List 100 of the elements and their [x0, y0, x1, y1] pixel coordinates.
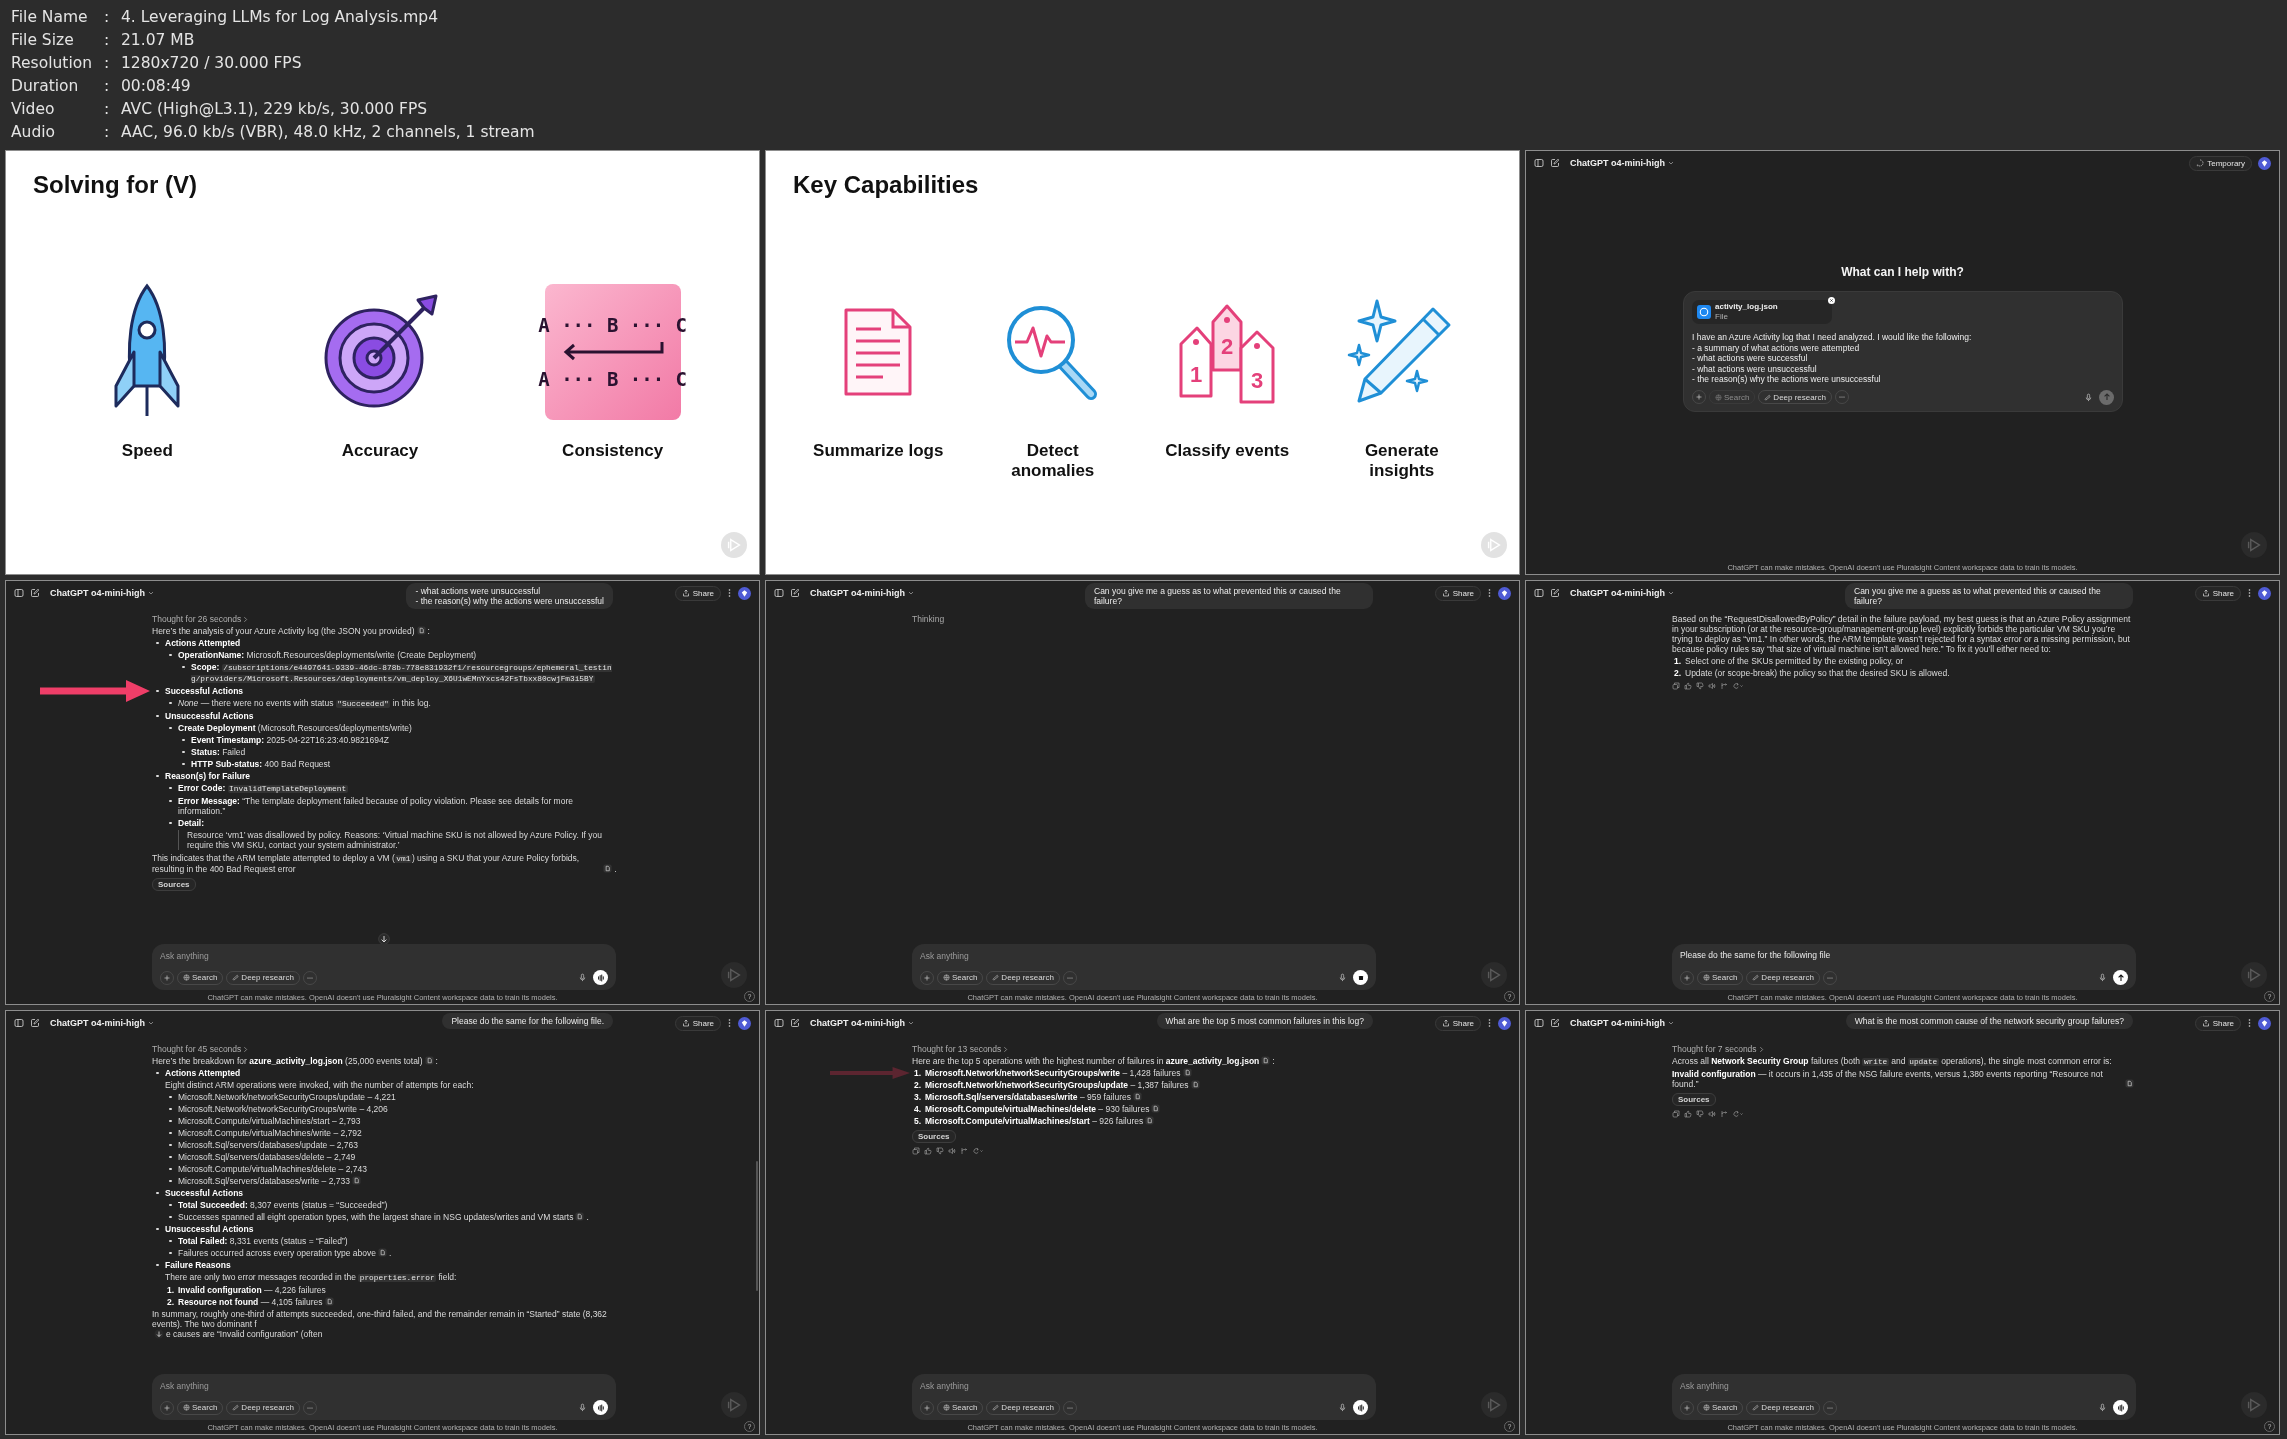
avatar-icon[interactable] — [1498, 1016, 1511, 1030]
document-icon[interactable] — [1145, 1116, 1155, 1125]
send-button[interactable] — [2113, 970, 2128, 985]
model-picker[interactable]: ChatGPT o4-mini-high — [810, 1018, 914, 1028]
document-icon[interactable] — [324, 1297, 334, 1306]
speaker-icon[interactable] — [1708, 1110, 1716, 1118]
avatar-icon[interactable] — [2258, 1016, 2271, 1030]
share-button[interactable]: Share — [674, 585, 721, 601]
document-icon[interactable] — [603, 864, 613, 873]
model-picker[interactable]: ChatGPT o4-mini-high — [50, 1018, 154, 1028]
thought-toggle[interactable]: Thought for 13 seconds — [912, 1044, 1009, 1054]
speaker-icon[interactable] — [1708, 682, 1716, 690]
menu-icon[interactable] — [727, 588, 732, 598]
document-icon[interactable] — [424, 1056, 434, 1065]
file-attachment[interactable]: activity_log.json File — [1692, 300, 1832, 324]
document-icon[interactable] — [1133, 1092, 1142, 1101]
sources-button[interactable]: Sources — [912, 1130, 956, 1143]
microphone-icon[interactable] — [578, 973, 587, 982]
close-icon[interactable] — [1828, 297, 1835, 304]
sidebar-icon[interactable] — [774, 588, 784, 598]
menu-icon[interactable] — [1487, 588, 1492, 598]
document-icon[interactable] — [416, 626, 426, 635]
scrollbar[interactable] — [756, 1161, 758, 1291]
sidebar-icon[interactable] — [774, 1018, 784, 1028]
sources-button[interactable]: Sources — [152, 878, 196, 891]
copy-icon[interactable] — [1672, 1110, 1680, 1118]
document-icon[interactable] — [1151, 1104, 1161, 1113]
thumbs-down-icon[interactable] — [1696, 1110, 1704, 1118]
scroll-down-icon[interactable] — [378, 933, 390, 945]
regenerate-icon[interactable] — [1732, 682, 1744, 690]
share-button[interactable]: Share — [674, 1015, 721, 1031]
stop-button[interactable] — [1353, 970, 1368, 985]
voice-mode-button[interactable] — [1353, 1400, 1368, 1415]
document-icon[interactable] — [1182, 1068, 1192, 1077]
menu-icon[interactable] — [727, 1018, 732, 1028]
document-icon[interactable] — [1261, 1056, 1271, 1065]
menu-icon[interactable] — [2247, 1018, 2252, 1028]
message-input[interactable]: I have an Azure Activity log that I need analyzed. I would like the following: - a summary of what actions were attempted - what actions were successful - what actions were unsuccessful - the reason(s) why the actions were unsuccessful — [1692, 332, 1972, 385]
branch-icon[interactable] — [1720, 682, 1728, 690]
thought-toggle[interactable]: Thought for 45 seconds — [152, 1044, 249, 1054]
model-picker[interactable]: ChatGPT o4-mini-high — [50, 588, 154, 598]
sidebar-icon[interactable] — [1534, 588, 1544, 598]
sidebar-icon[interactable] — [14, 1018, 24, 1028]
thumbs-up-icon[interactable] — [924, 1147, 932, 1155]
thumbs-up-icon[interactable] — [1684, 682, 1692, 690]
document-icon[interactable] — [575, 1212, 585, 1221]
sources-button[interactable]: Sources — [1672, 1093, 1716, 1106]
avatar-icon[interactable] — [2258, 156, 2271, 170]
share-button[interactable]: Share — [1434, 1015, 1481, 1031]
microphone-icon[interactable] — [1338, 1403, 1347, 1412]
microphone-icon[interactable] — [2098, 1403, 2107, 1412]
avatar-icon[interactable] — [1498, 586, 1511, 600]
model-picker[interactable]: ChatGPT o4-mini-high — [1570, 1018, 1674, 1028]
share-button[interactable]: Share — [2194, 585, 2241, 601]
branch-icon[interactable] — [1720, 1110, 1728, 1118]
temporary-chat-button[interactable]: Temporary — [2189, 155, 2252, 171]
new-chat-icon[interactable] — [1550, 588, 1560, 598]
microphone-icon[interactable] — [578, 1403, 587, 1412]
sidebar-icon[interactable] — [1534, 158, 1544, 168]
document-icon[interactable] — [351, 1176, 361, 1185]
model-picker[interactable]: ChatGPT o4-mini-high — [1570, 588, 1674, 598]
new-chat-icon[interactable] — [790, 588, 800, 598]
avatar-icon[interactable] — [2258, 586, 2271, 600]
sidebar-icon[interactable] — [14, 588, 24, 598]
new-chat-icon[interactable] — [790, 1018, 800, 1028]
speaker-icon[interactable] — [948, 1147, 956, 1155]
microphone-icon[interactable] — [2084, 392, 2093, 402]
branch-icon[interactable] — [960, 1147, 968, 1155]
copy-icon[interactable] — [912, 1147, 920, 1155]
microphone-icon[interactable] — [2098, 973, 2107, 982]
copy-icon[interactable] — [1672, 682, 1680, 690]
voice-mode-button[interactable] — [593, 970, 608, 985]
thumbs-down-icon[interactable] — [1696, 682, 1704, 690]
new-chat-icon[interactable] — [1550, 1018, 1560, 1028]
model-picker[interactable]: ChatGPT o4-mini-high — [810, 588, 914, 598]
message-input[interactable]: Ask anything — [920, 950, 1080, 962]
message-input[interactable]: Ask anything — [160, 1380, 320, 1392]
new-chat-icon[interactable] — [30, 588, 40, 598]
voice-mode-button[interactable] — [2113, 1400, 2128, 1415]
avatar-icon[interactable] — [738, 1016, 751, 1030]
document-icon[interactable] — [1190, 1080, 1200, 1089]
avatar-icon[interactable] — [738, 586, 751, 600]
thought-toggle[interactable]: Thought for 26 seconds — [152, 614, 249, 624]
thumbs-up-icon[interactable] — [1684, 1110, 1692, 1118]
menu-icon[interactable] — [2247, 588, 2252, 598]
new-chat-icon[interactable] — [30, 1018, 40, 1028]
menu-icon[interactable] — [1487, 1018, 1492, 1028]
document-icon[interactable] — [377, 1248, 387, 1257]
regenerate-icon[interactable] — [972, 1147, 984, 1155]
thought-toggle[interactable]: Thought for 7 seconds — [1672, 1044, 1764, 1054]
regenerate-icon[interactable] — [1732, 1110, 1744, 1118]
sidebar-icon[interactable] — [1534, 1018, 1544, 1028]
message-input[interactable]: Ask anything — [160, 950, 320, 962]
microphone-icon[interactable] — [1338, 973, 1347, 982]
message-input[interactable]: Please do the same for the following file — [1680, 950, 1831, 961]
message-input[interactable]: Ask anything — [1680, 1380, 1840, 1392]
document-icon[interactable] — [2125, 1079, 2134, 1088]
new-chat-icon[interactable] — [1550, 158, 1560, 168]
model-picker[interactable]: ChatGPT o4-mini-high — [1570, 158, 1674, 168]
share-button[interactable]: Share — [2194, 1015, 2241, 1031]
